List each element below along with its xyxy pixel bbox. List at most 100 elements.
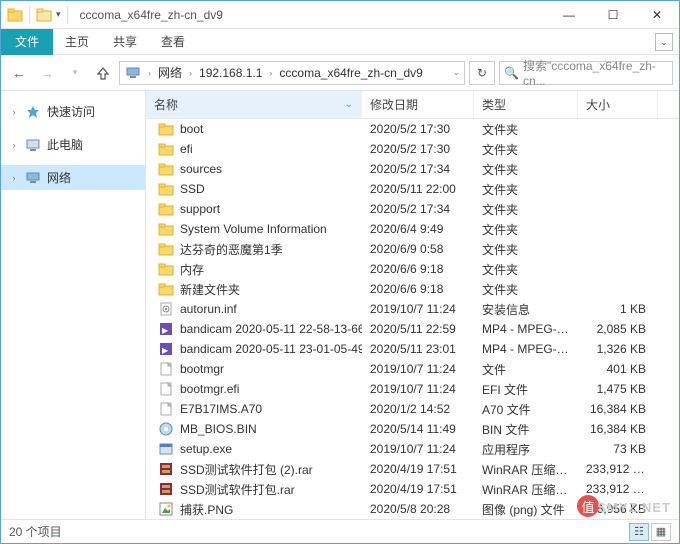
table-row[interactable]: support2020/5/2 17:34文件夹 (146, 199, 679, 219)
tab-file[interactable]: 文件 (1, 29, 53, 55)
file-name: sources (180, 162, 222, 176)
file-date: 2020/6/9 0:58 (362, 242, 474, 256)
separator (29, 6, 30, 24)
file-name: 达芬奇的恶魔第1季 (180, 241, 283, 258)
column-name[interactable]: 名称⌄ (146, 91, 362, 118)
table-row[interactable]: bootmgr2019/10/7 11:24文件401 KB (146, 359, 679, 379)
folder-icon (158, 181, 174, 197)
column-size[interactable]: 大小 (578, 91, 658, 118)
view-icons-button[interactable]: ▦ (651, 523, 671, 541)
file-date: 2020/6/4 9:49 (362, 222, 474, 236)
file-size: 6,956 KB (578, 502, 658, 516)
file-name: boot (180, 122, 203, 136)
folder-open-icon[interactable] (36, 7, 52, 23)
maximize-button[interactable]: ☐ (591, 1, 635, 29)
refresh-button[interactable]: ↻ (469, 61, 495, 85)
table-row[interactable]: E7B17IMS.A702020/1/2 14:52A70 文件16,384 K… (146, 399, 679, 419)
mp4-icon: ▶ (158, 321, 174, 337)
table-row[interactable]: MB_BIOS.BIN2020/5/14 11:49BIN 文件16,384 K… (146, 419, 679, 439)
chevron-right-icon[interactable]: › (9, 173, 19, 183)
table-row[interactable]: autorun.inf2019/10/7 11:24安装信息1 KB (146, 299, 679, 319)
qat-dropdown-icon[interactable]: ▾ (56, 9, 61, 20)
table-row[interactable]: ▶bandicam 2020-05-11 23-01-05-496...2020… (146, 339, 679, 359)
file-type: 应用程序 (474, 441, 578, 458)
breadcrumb[interactable]: 网络 (155, 64, 185, 81)
file-type: EFI 文件 (474, 381, 578, 398)
table-row[interactable]: 捕获.PNG2020/5/8 20:28图像 (png) 文件6,956 KB (146, 499, 679, 519)
folder-icon (158, 241, 174, 257)
chevron-right-icon[interactable]: › (9, 107, 19, 117)
file-date: 2020/1/2 14:52 (362, 402, 474, 416)
file-date: 2020/4/19 17:51 (362, 462, 474, 476)
table-row[interactable]: 达芬奇的恶魔第1季 2020/6/9 0:58文件夹 (146, 239, 679, 259)
minimize-button[interactable]: — (547, 1, 591, 29)
column-type[interactable]: 类型 (474, 91, 578, 118)
file-list: 名称⌄ 修改日期 类型 大小 boot2020/5/2 17:30文件夹efi2… (146, 91, 679, 519)
chevron-right-icon[interactable]: › (187, 68, 194, 78)
table-row[interactable]: boot2020/5/2 17:30文件夹 (146, 119, 679, 139)
table-row[interactable]: SSD测试软件打包.rar2020/4/19 17:51WinRAR 压缩文..… (146, 479, 679, 499)
search-placeholder: 搜索"cccoma_x64fre_zh-cn... (523, 57, 668, 88)
network-root-icon[interactable] (122, 65, 144, 81)
table-row[interactable]: SSD2020/5/11 22:00文件夹 (146, 179, 679, 199)
chevron-right-icon[interactable]: › (9, 140, 19, 150)
file-size: 233,912 KB (578, 482, 658, 496)
folder-icon (158, 161, 174, 177)
table-row[interactable]: System Volume Information2020/6/4 9:49文件… (146, 219, 679, 239)
file-size: 401 KB (578, 362, 658, 376)
file-date: 2020/5/2 17:34 (362, 162, 474, 176)
mp4-icon: ▶ (158, 341, 174, 357)
table-row[interactable]: efi2020/5/2 17:30文件夹 (146, 139, 679, 159)
file-type: 文件夹 (474, 181, 578, 198)
file-date: 2019/10/7 11:24 (362, 362, 474, 376)
sort-dropdown-icon: ⌄ (345, 99, 353, 110)
sidebar: › 快速访问 › 此电脑 › 网络 (1, 91, 146, 519)
nav-up-button[interactable] (91, 61, 115, 85)
file-size: 1 KB (578, 302, 658, 316)
breadcrumb[interactable]: cccoma_x64fre_zh-cn_dv9 (276, 66, 425, 80)
tab-share[interactable]: 共享 (101, 29, 149, 55)
star-icon (25, 104, 41, 120)
table-row[interactable]: sources2020/5/2 17:34文件夹 (146, 159, 679, 179)
file-type: 图像 (png) 文件 (474, 501, 578, 518)
sidebar-item-quick-access[interactable]: › 快速访问 (1, 99, 145, 124)
nav-forward-button[interactable]: → (35, 61, 59, 85)
file-type: 文件夹 (474, 261, 578, 278)
folder-icon (158, 281, 174, 297)
address-bar[interactable]: › 网络 › 192.168.1.1 › cccoma_x64fre_zh-cn… (119, 61, 465, 85)
file-date: 2020/5/11 23:01 (362, 342, 474, 356)
file-name: bandicam 2020-05-11 22-58-13-660... (180, 322, 362, 336)
folder-icon (158, 141, 174, 157)
exe-icon (158, 441, 174, 457)
address-dropdown-icon[interactable]: ⌄ (450, 67, 462, 78)
file-date: 2020/5/11 22:59 (362, 322, 474, 336)
tab-home[interactable]: 主页 (53, 29, 101, 55)
view-details-button[interactable]: ☷ (629, 523, 649, 541)
search-input[interactable]: 🔍 搜索"cccoma_x64fre_zh-cn... (499, 61, 673, 85)
close-button[interactable]: ✕ (635, 1, 679, 29)
expand-ribbon-icon[interactable]: ⌄ (655, 33, 673, 51)
table-row[interactable]: setup.exe2019/10/7 11:24应用程序73 KB (146, 439, 679, 459)
chevron-right-icon[interactable]: › (267, 68, 274, 78)
rar-icon (158, 481, 174, 497)
file-type: 文件夹 (474, 241, 578, 258)
table-row[interactable]: SSD测试软件打包 (2).rar2020/4/19 17:51WinRAR 压… (146, 459, 679, 479)
tab-view[interactable]: 查看 (149, 29, 197, 55)
chevron-right-icon[interactable]: › (146, 68, 153, 78)
file-size: 73 KB (578, 442, 658, 456)
table-row[interactable]: ▶ bandicam 2020-05-11 22-58-13-660...2020… (146, 319, 679, 339)
column-date[interactable]: 修改日期 (362, 91, 474, 118)
status-bar: 20 个项目 ☷ ▦ (1, 519, 679, 543)
breadcrumb[interactable]: 192.168.1.1 (196, 66, 265, 80)
file-date: 2019/10/7 11:24 (362, 382, 474, 396)
table-row[interactable]: bootmgr.efi2019/10/7 11:24EFI 文件1,475 KB (146, 379, 679, 399)
folder-icon (158, 201, 174, 217)
nav-back-button[interactable]: ← (7, 61, 31, 85)
folder-icon (158, 261, 174, 277)
sidebar-item-this-pc[interactable]: › 此电脑 (1, 132, 145, 157)
table-row[interactable]: 内存2020/6/6 9:18文件夹 (146, 259, 679, 279)
file-size: 16,384 KB (578, 402, 658, 416)
nav-history-dropdown[interactable]: ▾ (63, 61, 87, 85)
sidebar-item-network[interactable]: › 网络 (1, 165, 145, 190)
table-row[interactable]: 新建文件夹2020/6/6 9:18文件夹 (146, 279, 679, 299)
